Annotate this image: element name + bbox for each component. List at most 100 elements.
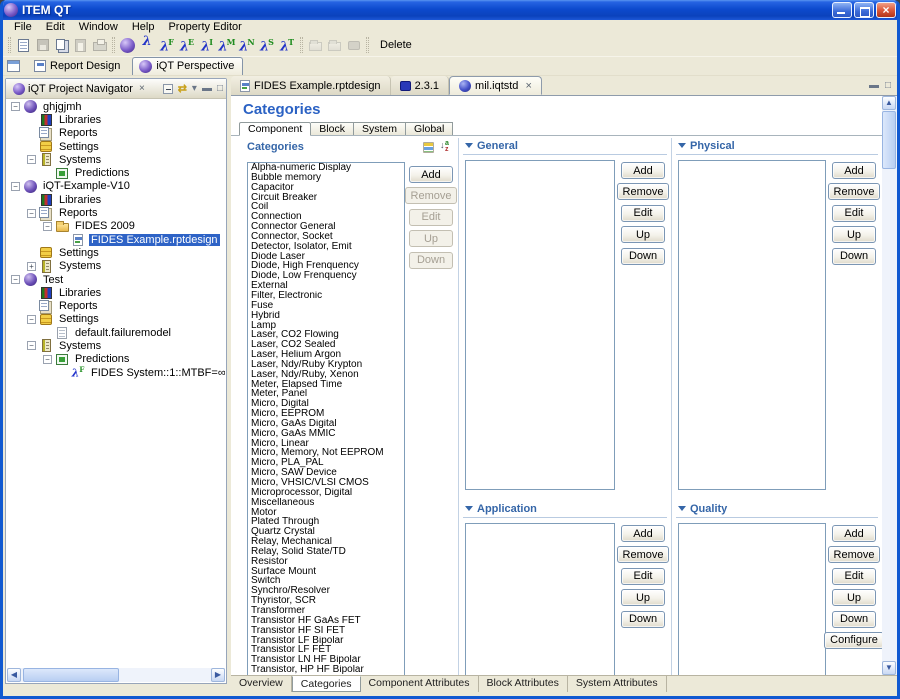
category-list-item[interactable]: Fuse [248,301,404,311]
scroll-left-icon[interactable]: ◀ [7,668,21,682]
minimize-editor-icon[interactable]: ▬ [869,80,879,91]
category-list-item[interactable]: Coil [248,202,404,212]
tree-item[interactable]: Reports [7,127,225,140]
tree-item-label[interactable]: Test [41,274,65,286]
category-list-item[interactable]: Micro, GaAs MMIC [248,429,404,439]
edit-button[interactable]: Edit [621,205,665,222]
menu-window[interactable]: Window [72,21,125,33]
configure-button[interactable]: Configure [824,632,882,649]
tree-item[interactable]: −Settings [7,313,225,326]
category-list-item[interactable]: Miscellaneous [248,498,404,508]
tree-item[interactable]: Libraries [7,193,225,206]
collapse-icon[interactable]: − [27,341,36,350]
collapse-arrow-icon[interactable] [465,143,473,148]
tree-item[interactable]: − iQT-Example-V10 [7,180,225,193]
quality-list[interactable] [678,523,826,675]
minimize-view-icon[interactable]: ▬ [202,83,212,94]
tree-item-label[interactable]: ghjgjmh [41,101,84,113]
tree-item[interactable]: Settings [7,140,225,153]
category-list-item[interactable]: Micro, Digital [248,399,404,409]
tree-item-label[interactable]: Libraries [57,194,103,206]
category-list-item[interactable]: Transistor LN HF Bipolar [248,655,404,665]
category-list-item[interactable]: Laser, CO2 Flowing [248,330,404,340]
restore-button[interactable] [854,2,874,18]
category-list-item[interactable]: Circuit Breaker [248,193,404,203]
perspective-report-design[interactable]: Report Design [28,57,128,75]
category-list-item[interactable]: Transistor HF SI FET [248,626,404,636]
collapse-icon[interactable]: − [11,102,20,111]
category-list-item[interactable]: Diode, High Frenquency [248,261,404,271]
add-button[interactable]: Add [832,525,876,542]
collapse-icon[interactable]: − [11,275,20,284]
collapse-icon[interactable]: − [43,355,52,364]
close-view-icon[interactable]: × [136,83,148,94]
tree-item[interactable]: Reports [7,299,225,312]
lambda-N-button[interactable]: λN [237,33,257,56]
menu-file[interactable]: File [7,21,39,33]
edit-button[interactable]: Edit [832,205,876,222]
maximize-view-icon[interactable]: □ [217,83,223,94]
category-list-item[interactable]: Alpha-numeric Display [248,163,404,173]
category-list-item[interactable]: Switch [248,576,404,586]
category-list-item[interactable]: Micro, PLA_PAL [248,458,404,468]
bottom-tab-block-attributes[interactable]: Block Attributes [479,676,568,692]
tab-global[interactable]: Global [406,122,453,136]
category-list-item[interactable]: Transistor LF FET [248,645,404,655]
general-list[interactable] [465,160,615,490]
category-list-item[interactable]: Detector, Isolator, Emit [248,242,404,252]
navigator-tab[interactable]: iQT Project Navigator × [9,83,163,95]
tree-item-label[interactable]: default.failuremodel [73,327,173,339]
scroll-thumb[interactable] [882,111,896,169]
collapse-arrow-icon[interactable] [465,506,473,511]
lambda-F-button[interactable]: λF [157,33,177,56]
perspective-iqt-perspective[interactable]: iQT Perspective [132,57,243,75]
collapse-icon[interactable]: − [27,155,36,164]
tree-item-label[interactable]: Reports [57,300,100,312]
tab-block[interactable]: Block [311,122,354,136]
collapse-icon[interactable]: − [43,222,52,231]
application-list[interactable] [465,523,615,675]
category-list-item[interactable]: Thyristor, SCR [248,596,404,606]
tree-item-label[interactable]: Predictions [73,167,131,179]
category-list-item[interactable]: Micro, GaAs Digital [248,419,404,429]
category-list-item[interactable]: Plated Through [248,517,404,527]
category-list-item[interactable]: Micro, SAW Device [248,468,404,478]
delete-button[interactable]: Delete [372,39,420,51]
up-button[interactable]: Up [621,589,665,606]
down-button[interactable]: Down [621,611,665,628]
category-list-item[interactable]: Laser, Ndy/Ruby Krypton [248,360,404,370]
tree-item-label[interactable]: Reports [57,127,100,139]
scroll-down-icon[interactable]: ▼ [882,661,896,675]
collapse-icon[interactable]: − [11,182,20,191]
category-list-item[interactable]: Micro, VHSIC/VLSI CMOS [248,478,404,488]
tab-system[interactable]: System [354,122,406,136]
editor-vscrollbar[interactable]: ▲ ▼ [882,96,897,675]
bottom-tab-overview[interactable]: Overview [231,676,292,692]
tree-item[interactable]: −Reports [7,206,225,219]
lambda-E-button[interactable]: λE [177,33,197,56]
editor-tab-mil-iqtstd[interactable]: mil.iqtstd× [449,76,542,95]
down-button[interactable]: Down [621,248,665,265]
bottom-tab-categories[interactable]: Categories [292,676,361,692]
category-list-item[interactable]: Meter, Elapsed Time [248,380,404,390]
tree-item-label[interactable]: Libraries [57,287,103,299]
collapse-arrow-icon[interactable] [678,506,686,511]
scroll-up-icon[interactable]: ▲ [882,96,896,110]
category-list-item[interactable]: Bubble memory [248,173,404,183]
tree-item-label[interactable]: FIDES 2009 [73,220,137,232]
tree-item-label[interactable]: Predictions [73,353,131,365]
tree-item-label[interactable]: Libraries [57,114,103,126]
tree-item-label[interactable]: iQT-Example-V10 [41,180,132,192]
remove-button[interactable]: Remove [617,546,670,563]
category-list-item[interactable]: Laser, CO2 Sealed [248,340,404,350]
tree-item[interactable]: Libraries [7,286,225,299]
category-list-item[interactable]: Synchro/Resolver [248,586,404,596]
category-list-item[interactable]: Transistor, HP HF Bipolar [248,665,404,675]
layers-icon[interactable] [423,142,434,153]
category-list-item[interactable]: Quartz Crystal [248,527,404,537]
copy-button[interactable] [52,36,71,55]
tab-component[interactable]: Component [239,122,311,136]
navigator-hscrollbar[interactable]: ◀ ▶ [7,668,225,682]
tree-item[interactable]: default.failuremodel [7,326,225,339]
sort-az-icon[interactable]: ↓ [440,141,452,153]
